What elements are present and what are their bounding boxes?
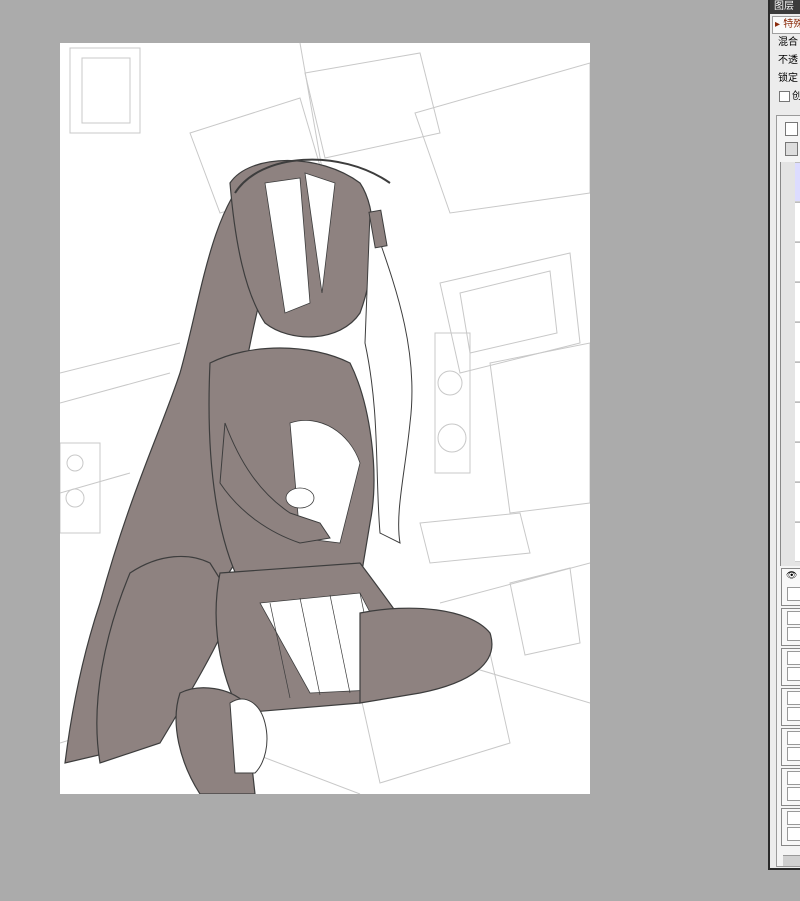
artwork-canvas[interactable] <box>60 43 590 794</box>
layer-group[interactable] <box>781 608 800 646</box>
layer-item[interactable] <box>787 691 800 705</box>
layer-item[interactable] <box>795 282 800 322</box>
layer-group[interactable] <box>781 808 800 846</box>
layer-panel: 图层 ▸ 特殊 混合 不透 锁定 创 👁 <box>768 0 800 870</box>
layer-item[interactable] <box>795 402 800 442</box>
blend-mode-dropdown[interactable]: ▸ 特殊 <box>772 16 800 34</box>
layer-item[interactable] <box>795 202 800 242</box>
dropdown-arrow-icon: ▸ <box>775 19 781 30</box>
layer-item[interactable] <box>795 522 800 562</box>
blend-label: 混合 <box>778 37 798 48</box>
layer-item[interactable] <box>795 162 800 202</box>
clipping-checkbox[interactable] <box>779 90 790 102</box>
layer-group[interactable] <box>781 728 800 766</box>
blend-mode-value: 特殊 <box>783 19 800 30</box>
layer-item[interactable] <box>795 322 800 362</box>
layer-item[interactable] <box>795 482 800 522</box>
layer-group[interactable] <box>781 648 800 686</box>
artwork-illustration <box>60 43 590 794</box>
layer-item[interactable] <box>795 242 800 282</box>
layer-folder-icon[interactable] <box>785 142 798 156</box>
opacity-label: 不透 <box>778 55 798 66</box>
layer-item[interactable] <box>795 362 800 402</box>
layer-item[interactable] <box>787 747 800 761</box>
layer-item[interactable] <box>787 787 800 801</box>
layer-item[interactable] <box>787 707 800 721</box>
layer-item[interactable] <box>795 442 800 482</box>
layer-item[interactable] <box>787 651 800 665</box>
eye-icon[interactable]: 👁 <box>786 572 797 581</box>
layer-panel-title: 图层 <box>770 0 800 14</box>
layer-item[interactable] <box>787 731 800 745</box>
layer-item[interactable] <box>787 827 800 841</box>
layer-item[interactable] <box>787 627 800 641</box>
clipping-checkbox-row[interactable]: 创 <box>770 88 800 106</box>
layer-item[interactable] <box>787 811 800 825</box>
new-layer-icon[interactable] <box>785 122 798 136</box>
layer-list-container: 👁 <box>776 115 800 867</box>
layer-group[interactable]: 👁 <box>781 568 800 606</box>
layer-item[interactable] <box>787 587 800 601</box>
lock-label: 锁定 <box>778 73 798 84</box>
canvas-area[interactable] <box>0 0 768 901</box>
layer-group[interactable] <box>781 768 800 806</box>
layer-list[interactable] <box>780 162 800 566</box>
layer-item[interactable] <box>787 611 800 625</box>
layer-scrollbar[interactable] <box>783 855 800 866</box>
clipping-checkbox-label: 创 <box>792 91 800 102</box>
layer-item[interactable] <box>787 771 800 785</box>
layer-group[interactable] <box>781 688 800 726</box>
layer-item[interactable] <box>787 667 800 681</box>
